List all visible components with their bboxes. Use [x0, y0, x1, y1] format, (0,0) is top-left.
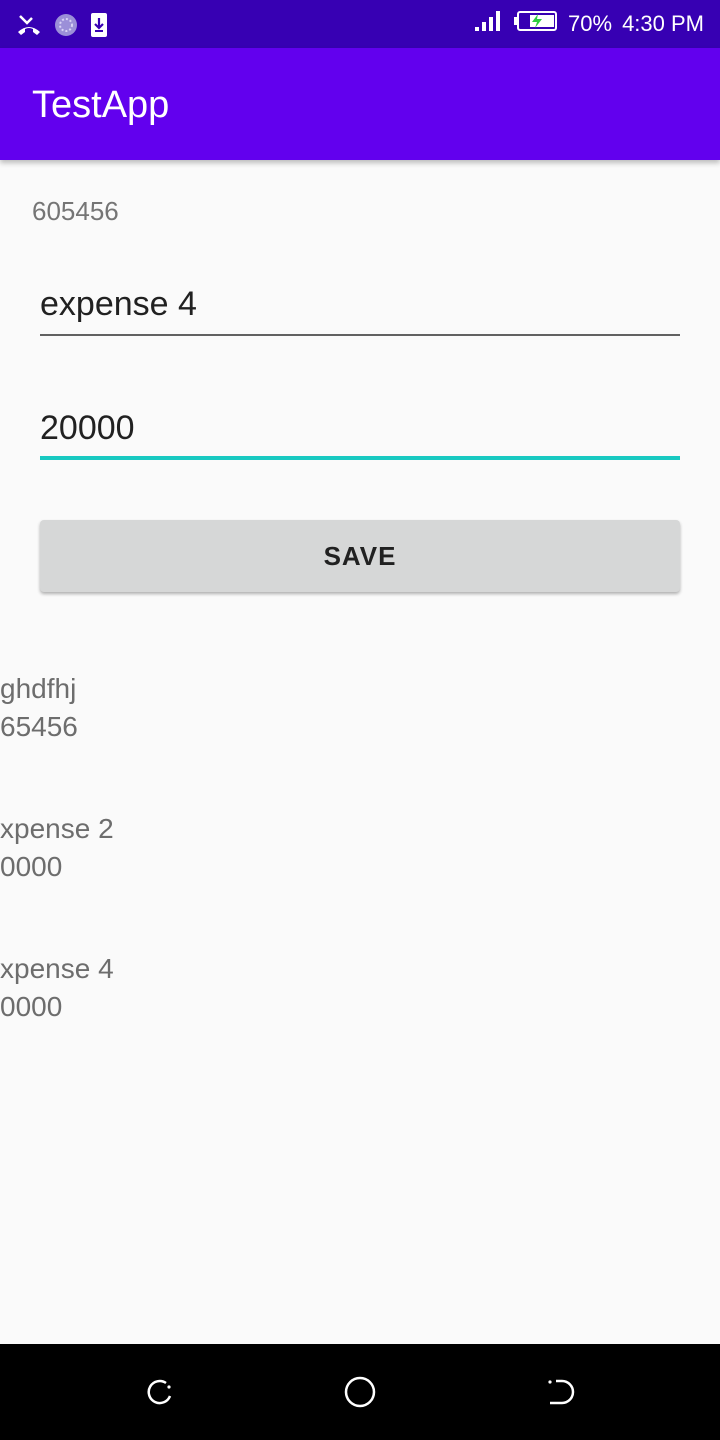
navigation-bar	[0, 1344, 720, 1440]
save-button[interactable]: SAVE	[40, 520, 680, 592]
battery-percent: 70%	[568, 11, 613, 36]
list-item[interactable]: xpense 2 0000	[0, 810, 300, 886]
missed-call-icon	[16, 14, 42, 41]
list-item[interactable]: xpense 4 0000	[0, 950, 300, 1026]
download-icon	[90, 12, 108, 43]
list-item-name: xpense 4	[0, 953, 114, 984]
list-item-name: xpense 2	[0, 813, 114, 844]
app-bar: TestApp	[0, 48, 720, 160]
name-field-underline	[40, 334, 680, 336]
id-label: 605456	[32, 196, 119, 226]
status-bar: 70% 4:30 PM	[0, 0, 720, 48]
signal-icon	[474, 10, 504, 38]
list-item-amount: 65456	[0, 711, 78, 742]
back-icon[interactable]	[142, 1374, 178, 1410]
battery-charging-icon	[514, 11, 558, 37]
expense-name-input[interactable]	[40, 272, 680, 336]
list-item-name: ghdfhj	[0, 673, 77, 704]
list-item-amount: 0000	[0, 851, 63, 882]
app-notification-icon	[54, 13, 78, 42]
amount-field-underline	[40, 456, 680, 460]
list-item[interactable]: ghdfhj 65456	[0, 670, 300, 746]
status-bar-system: 70% 4:30 PM	[474, 10, 704, 38]
expense-name-field[interactable]	[40, 272, 680, 336]
home-icon[interactable]	[342, 1374, 378, 1410]
clock: 4:30 PM	[622, 11, 704, 36]
app-title: TestApp	[32, 84, 170, 126]
recents-icon[interactable]	[542, 1374, 578, 1410]
status-bar-notifications	[16, 12, 108, 43]
list-item-amount: 0000	[0, 991, 63, 1022]
expense-amount-input[interactable]	[40, 396, 680, 460]
expense-amount-field[interactable]	[40, 396, 680, 460]
